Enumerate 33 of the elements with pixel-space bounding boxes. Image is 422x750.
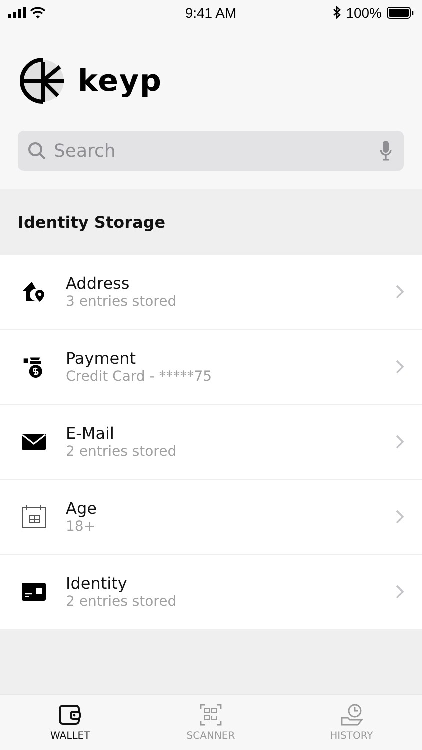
house-pin-icon [22,280,46,304]
row-title: Age [66,499,98,518]
row-title: E-Mail [66,424,116,443]
row-title: Address [66,274,131,293]
signal-icon [8,7,26,18]
battery-percentage: 100% [346,4,382,20]
chevron-right-icon [396,285,404,299]
row-subtitle: 18+ [66,519,97,535]
search-field[interactable]: Search [18,131,404,171]
logo-icon [20,58,66,104]
row-subtitle: 3 entries stored [66,294,178,310]
wifi-icon [30,6,46,18]
clock-hand-icon [340,703,364,727]
chevron-right-icon [396,435,404,449]
id-card-icon [22,580,46,604]
chevron-right-icon [396,360,404,374]
row-subtitle: 2 entries stored [66,444,178,460]
battery-icon [387,6,414,18]
logo-wordmark: keyp [78,64,163,98]
wallet-icon [58,703,82,727]
row-title: Payment [66,349,138,368]
row-subtitle: Credit Card - *****75 [66,369,214,385]
row-title: Identity [66,574,128,593]
row-subtitle: 2 entries stored [66,594,178,610]
tab-button[interactable]: WALLET [0,695,141,750]
chevron-right-icon [396,510,404,524]
microphone-icon [380,141,392,161]
bluetooth-icon [333,6,342,19]
section-heading: Identity Storage [18,212,166,232]
chevron-right-icon [396,585,404,599]
qr-scanner-icon [199,703,223,727]
clock-time: 9:41 AM [185,4,237,20]
calendar-icon [22,505,46,529]
